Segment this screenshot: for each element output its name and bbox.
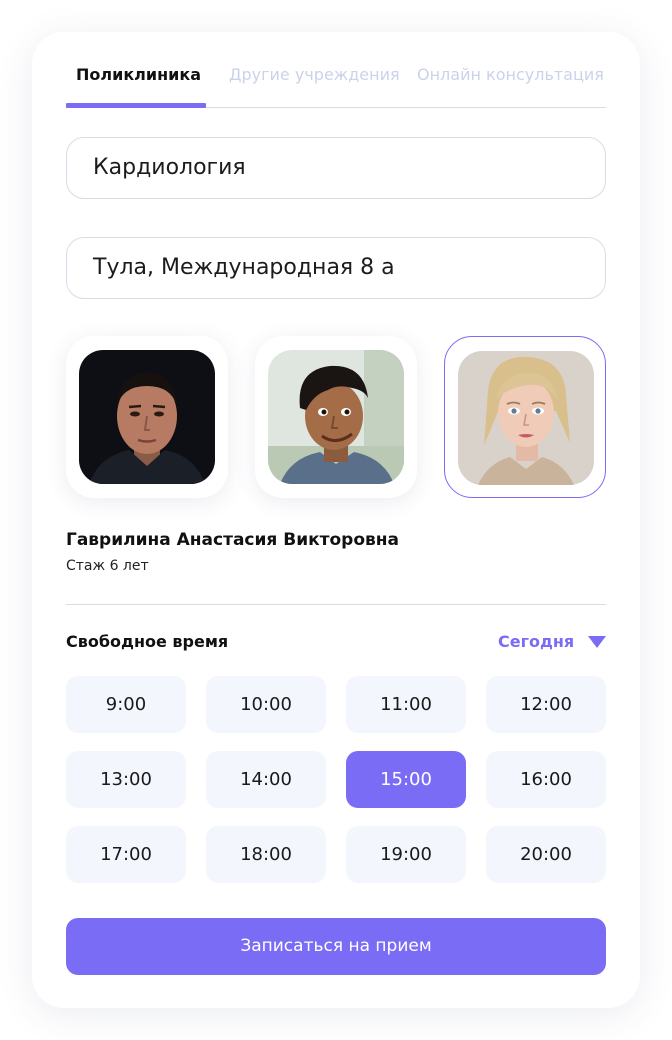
time-slot-button[interactable]: 20:00 xyxy=(486,826,606,883)
time-slot-button[interactable]: 18:00 xyxy=(206,826,326,883)
free-time-title: Свободное время xyxy=(66,632,229,651)
time-slot-button[interactable]: 9:00 xyxy=(66,676,186,733)
clinic-type-tabs: Поликлиника Другие учреждения Онлайн кон… xyxy=(66,62,606,108)
time-slot-button[interactable]: 16:00 xyxy=(486,751,606,808)
doctor-photo-man-smiling xyxy=(268,350,404,484)
time-slot-button[interactable]: 14:00 xyxy=(206,751,326,808)
time-slot-button[interactable]: 10:00 xyxy=(206,676,326,733)
time-slot-button[interactable]: 17:00 xyxy=(66,826,186,883)
book-appointment-button[interactable]: Записаться на прием xyxy=(66,918,606,975)
doctor-experience: Стаж 6 лет xyxy=(66,558,149,574)
doctor-photo-man-dark xyxy=(79,350,215,484)
specialty-field[interactable]: Кардиология xyxy=(66,137,606,199)
time-slot-button[interactable]: 13:00 xyxy=(66,751,186,808)
day-dropdown[interactable]: Сегодня xyxy=(498,630,608,654)
time-slot-button[interactable]: 15:00 xyxy=(346,751,466,808)
doctor-photo-woman-blonde xyxy=(458,351,594,485)
address-field[interactable]: Тула, Международная 8 а xyxy=(66,237,606,299)
doctor-card-3-selected[interactable] xyxy=(444,336,606,498)
tab-other-institutions[interactable]: Другие учреждения xyxy=(229,62,400,108)
section-divider xyxy=(66,604,606,605)
time-slot-button[interactable]: 12:00 xyxy=(486,676,606,733)
chevron-down-icon xyxy=(588,636,606,648)
active-tab-indicator xyxy=(66,103,206,108)
doctor-card-1[interactable] xyxy=(66,336,228,498)
tab-polyclinic[interactable]: Поликлиника xyxy=(76,62,201,108)
doctor-card-2[interactable] xyxy=(255,336,417,498)
doctor-name: Гаврилина Анастасия Викторовна xyxy=(66,530,400,550)
time-slot-button[interactable]: 11:00 xyxy=(346,676,466,733)
day-dropdown-value: Сегодня xyxy=(498,632,575,651)
tab-online-consultation[interactable]: Онлайн консультация xyxy=(417,62,604,108)
time-slot-button[interactable]: 19:00 xyxy=(346,826,466,883)
